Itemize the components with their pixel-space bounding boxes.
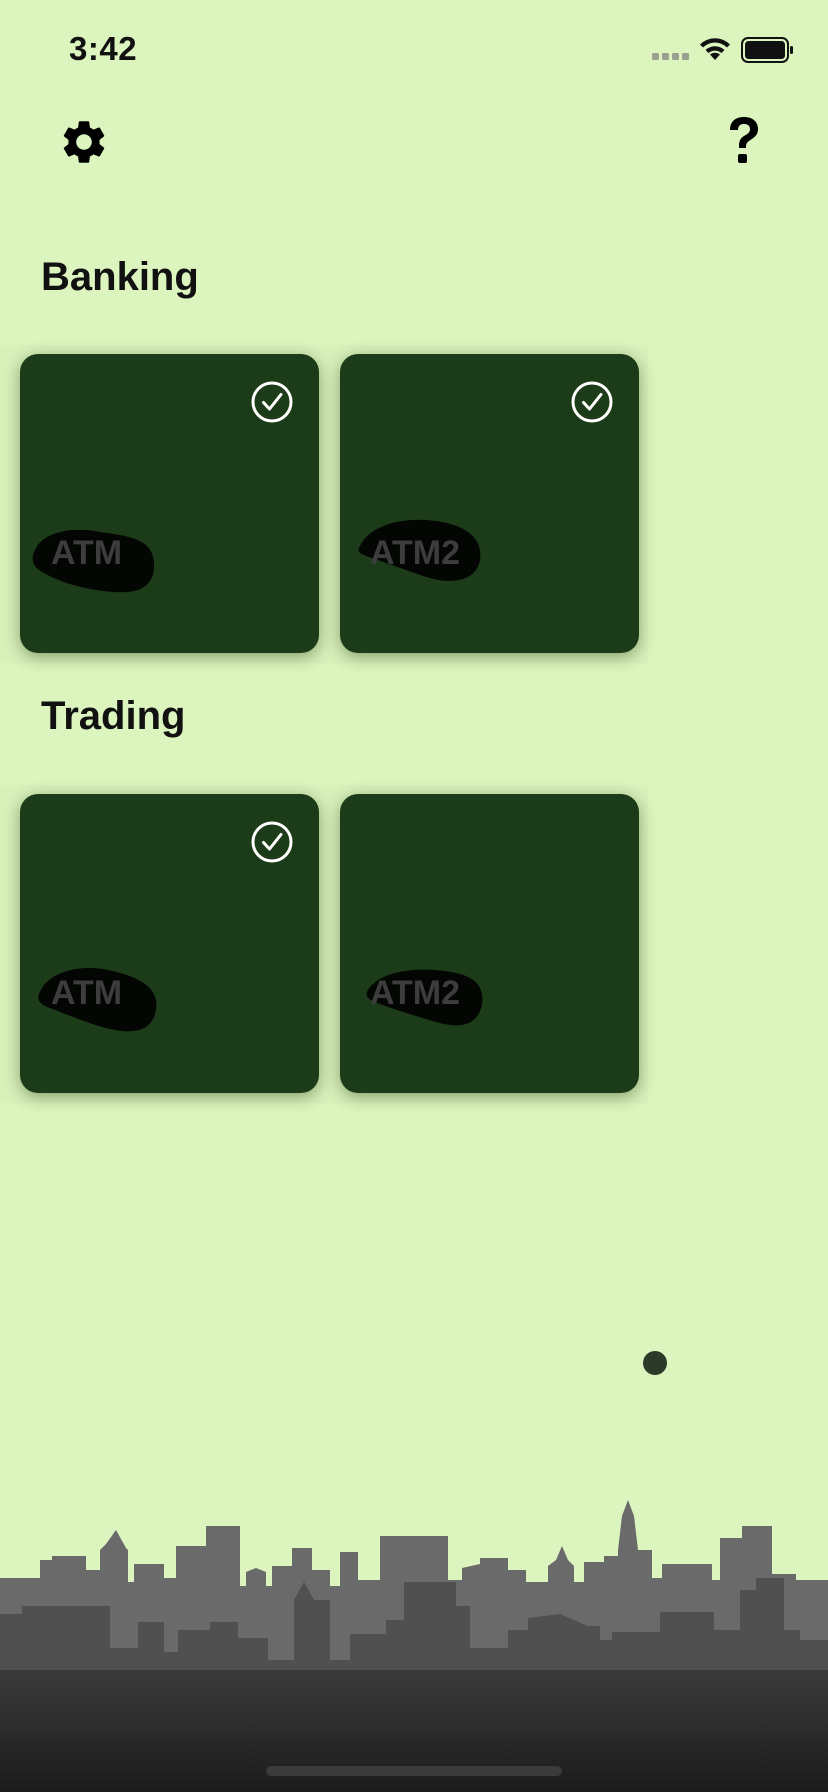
page-indicator-dot	[643, 1351, 667, 1375]
check-circle-icon	[251, 821, 293, 863]
question-mark-icon	[730, 117, 758, 163]
wifi-icon	[700, 38, 730, 60]
help-button[interactable]	[722, 116, 766, 170]
section-title-banking: Banking	[41, 255, 199, 299]
status-time: 3:42	[69, 30, 138, 67]
section-title-trading: Trading	[41, 694, 186, 738]
cellular-signal-icon	[652, 53, 689, 60]
check-circle-icon	[571, 381, 613, 423]
card-label: ATM	[51, 534, 123, 572]
gear-icon	[63, 121, 105, 163]
card-label: ATM	[51, 974, 123, 1012]
card-banking-atm[interactable]: ATM	[20, 354, 319, 653]
app-screen: 3:42 Banking ATM ATM2 Trading ATM ATM2	[0, 0, 828, 1792]
card-trading-atm2[interactable]: ATM2	[340, 794, 639, 1093]
status-bar: 3:42	[0, 0, 828, 100]
card-label: ATM2	[370, 534, 461, 572]
check-circle-icon	[251, 381, 293, 423]
home-indicator[interactable]	[266, 1766, 562, 1776]
card-trading-atm[interactable]: ATM	[20, 794, 319, 1093]
card-banking-atm2[interactable]: ATM2	[340, 354, 639, 653]
battery-full-icon	[741, 37, 793, 63]
card-label: ATM2	[370, 974, 461, 1012]
city-skyline-illustration	[0, 1500, 828, 1792]
settings-button[interactable]	[58, 116, 110, 168]
